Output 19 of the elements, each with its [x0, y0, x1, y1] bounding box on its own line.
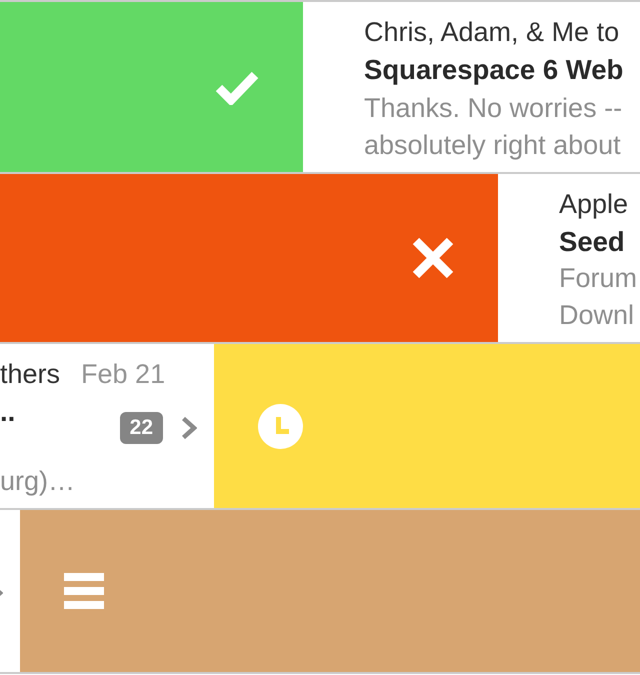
- date-label: Feb 21: [81, 358, 166, 391]
- preview-text: Forum Downl: [559, 262, 638, 332]
- swipe-action-panel[interactable]: [0, 2, 303, 172]
- sender-name: thers: [0, 358, 60, 391]
- count-badge: 22: [120, 412, 163, 444]
- swipe-action-panel[interactable]: [214, 344, 640, 508]
- swipe-action-panel[interactable]: [20, 510, 640, 672]
- sender-name: Apple: [559, 188, 628, 221]
- subject-text: Squarespace 6 Web: [364, 53, 624, 87]
- check-icon: [215, 69, 259, 105]
- menu-icon: [64, 573, 104, 609]
- subject-text: ..: [0, 395, 16, 429]
- cross-icon: [412, 237, 454, 279]
- swipe-action-panel[interactable]: [0, 174, 498, 342]
- preview-text: Thanks. No worries -- absolutely right about: [364, 92, 622, 162]
- sender-name: Chris, Adam, & Me to: [364, 16, 620, 49]
- subject-text: Seed: [559, 225, 625, 259]
- clock-icon: [258, 404, 303, 448]
- preview-text: urg)…: [0, 465, 76, 498]
